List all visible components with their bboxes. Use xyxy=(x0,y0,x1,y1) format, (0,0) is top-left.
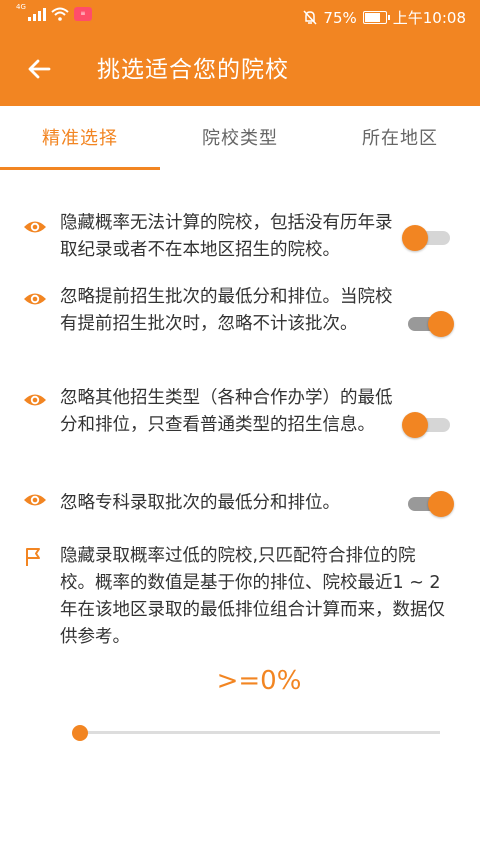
tab-school-type[interactable]: 院校类型 xyxy=(160,106,320,172)
slider-thumb[interactable] xyxy=(72,725,88,741)
tab-region[interactable]: 所在地区 xyxy=(320,106,480,172)
tab-active-indicator xyxy=(0,167,160,170)
option-text: 隐藏概率无法计算的院校，包括没有历年录取纪录或者不在本地区招生的院校。 xyxy=(60,213,393,260)
page-title: 挑选适合您的院校 xyxy=(97,57,289,83)
eye-icon xyxy=(24,221,46,233)
toggle-switch[interactable] xyxy=(402,225,454,251)
toggle-switch[interactable] xyxy=(404,311,454,337)
eye-icon xyxy=(24,394,46,406)
clock: 上午10:08 xyxy=(392,9,466,27)
option-text: 忽略专科录取批次的最低分和排位。 xyxy=(60,493,340,513)
status-left: 4G ≡ xyxy=(16,3,92,21)
status-right: 75% 上午10:08 xyxy=(303,7,466,28)
battery-percent: 75% xyxy=(323,8,357,27)
back-arrow-icon[interactable] xyxy=(22,52,56,86)
toggle-knob xyxy=(402,412,428,438)
tab-bar: 精准选择 院校类型 所在地区 xyxy=(0,106,480,172)
toggle-switch[interactable] xyxy=(402,412,454,438)
eye-icon xyxy=(24,494,46,506)
status-bar: 4G ≡ 75% 上午10:08 xyxy=(0,0,480,34)
battery-icon xyxy=(362,11,390,24)
option-text: 忽略其他招生类型（各种合作办学）的最低分和排位，只查看普通类型的招生信息。 xyxy=(60,388,393,435)
toggle-knob xyxy=(428,311,454,337)
option-text: 忽略提前招生批次的最低分和排位。当院校有提前招生批次时，忽略不计该批次。 xyxy=(60,287,393,334)
network-type: 4G xyxy=(16,3,26,11)
app-notification-icon: ≡ xyxy=(73,7,92,21)
toggle-knob xyxy=(402,225,428,251)
toggle-switch[interactable] xyxy=(404,491,454,517)
tab-precise-selection[interactable]: 精准选择 xyxy=(0,106,160,172)
toggle-knob xyxy=(428,491,454,517)
probability-slider[interactable] xyxy=(72,724,440,742)
signal-icon xyxy=(27,7,46,21)
wifi-icon xyxy=(51,7,69,21)
slider-rail xyxy=(80,731,440,734)
probability-value: >=0% xyxy=(216,666,302,696)
flag-icon xyxy=(26,548,40,566)
mute-icon xyxy=(303,10,317,25)
probability-description: 隐藏录取概率过低的院校,只匹配符合排位的院校。概率的数值是基于你的排位、院校最近… xyxy=(60,546,445,647)
app-bar: 4G ≡ 75% 上午10:08 挑选适合您的院校 xyxy=(0,0,480,106)
eye-icon xyxy=(24,293,46,305)
